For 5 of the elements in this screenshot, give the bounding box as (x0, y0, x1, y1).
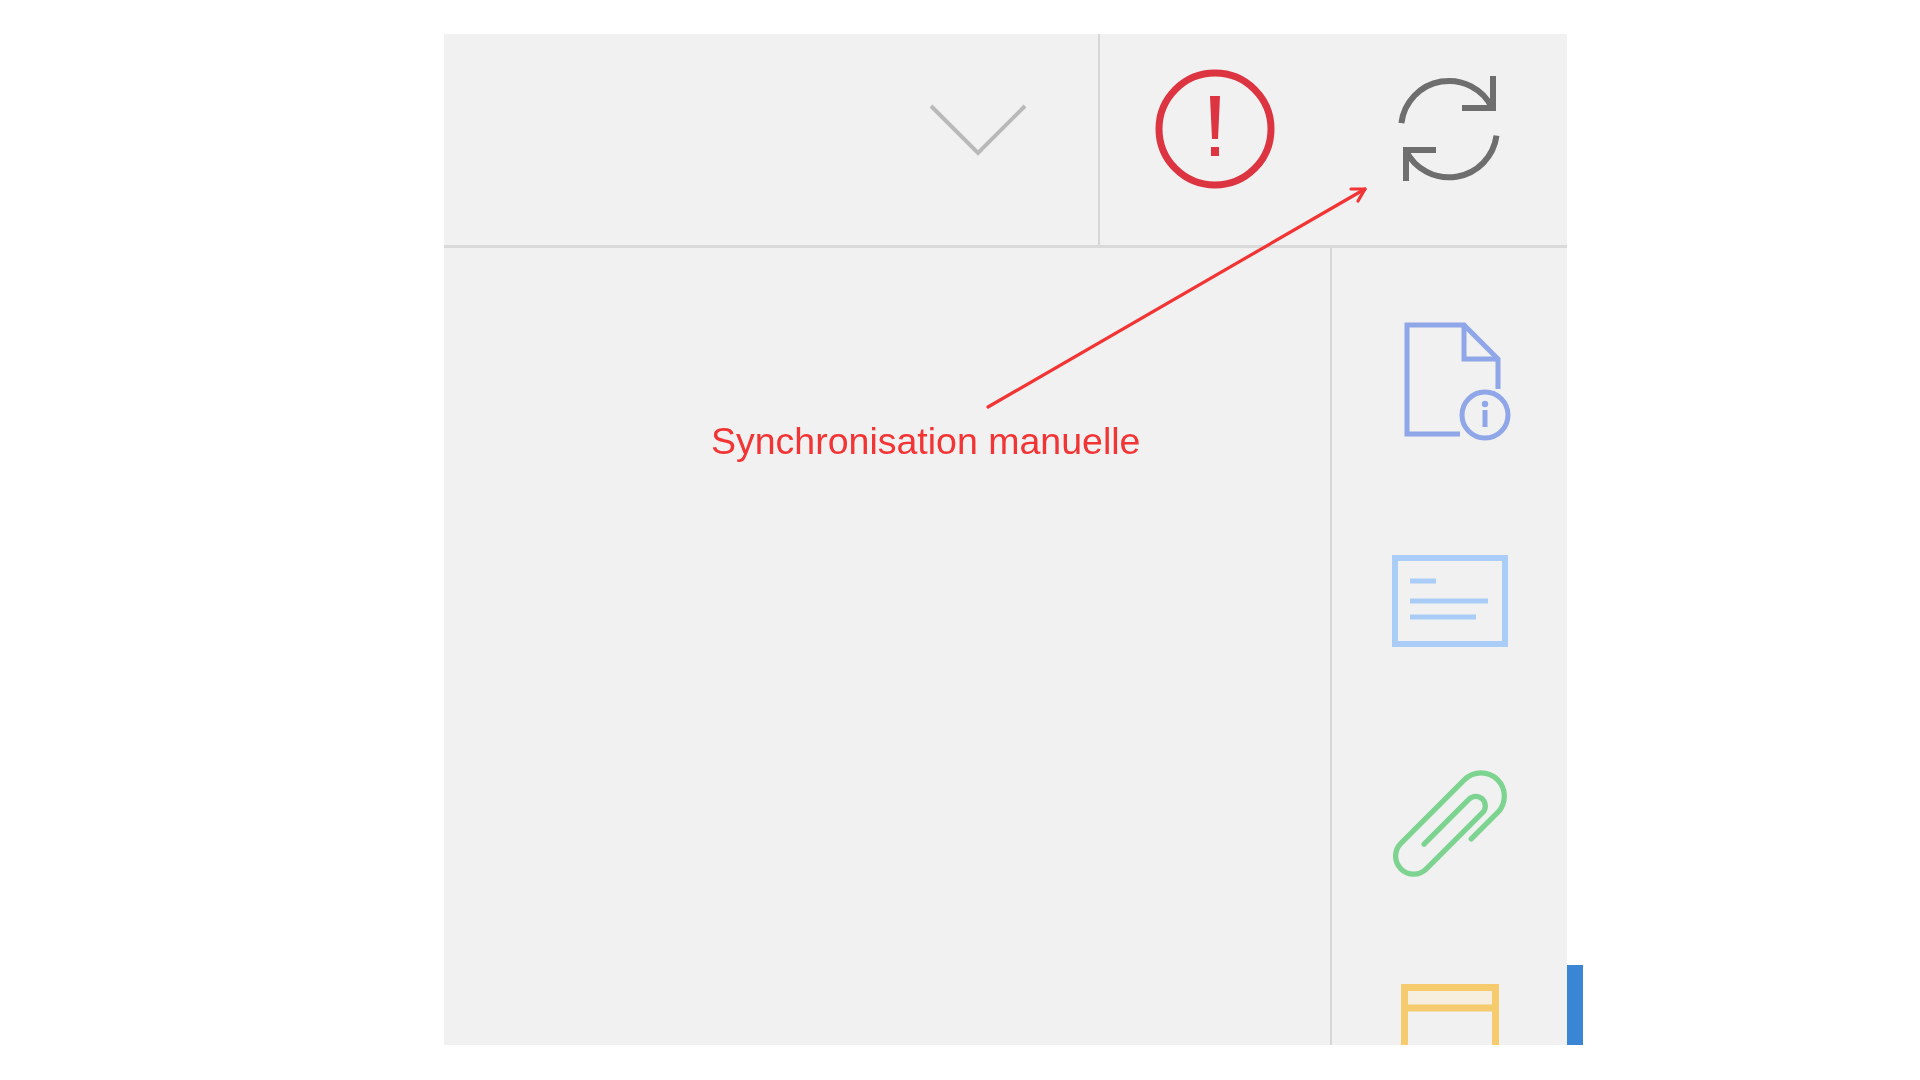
text-card-icon[interactable] (1391, 555, 1508, 647)
annotation-label: Synchronisation manuelle (711, 420, 1141, 463)
window-icon[interactable] (1400, 984, 1499, 1045)
paperclip-icon[interactable] (1391, 770, 1508, 877)
alert-icon[interactable] (1155, 68, 1275, 189)
